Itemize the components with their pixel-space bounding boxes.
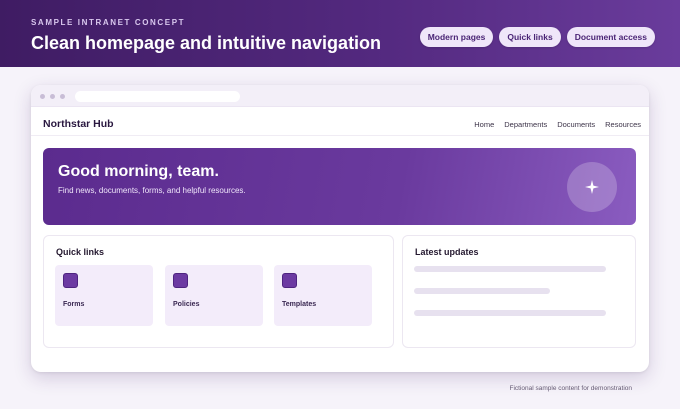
forms-icon xyxy=(63,273,78,288)
quick-links-title: Quick links xyxy=(56,247,105,257)
nav-home[interactable]: Home xyxy=(474,120,494,129)
banner-headline: Clean homepage and intuitive navigation xyxy=(31,33,382,53)
quick-link-policies[interactable]: Policies xyxy=(165,265,263,326)
update-placeholder-line xyxy=(414,288,550,294)
welcome-hero: Good morning, team. Find news, documents… xyxy=(43,148,636,225)
address-bar[interactable] xyxy=(75,91,240,102)
nav-resources[interactable]: Resources xyxy=(605,120,641,129)
templates-icon xyxy=(282,273,297,288)
quick-link-label: Policies xyxy=(173,301,200,308)
banner-eyebrow: SAMPLE INTRANET CONCEPT xyxy=(31,18,186,27)
policies-icon xyxy=(173,273,188,288)
main-nav: Home Departments Documents Resources xyxy=(464,120,641,129)
window-dot-close[interactable] xyxy=(40,94,45,99)
hero-title: Good morning, team. xyxy=(58,163,219,180)
nav-divider xyxy=(31,135,649,136)
feature-pills: Modern pages Quick links Document access xyxy=(419,27,655,47)
sparkle-glyph xyxy=(585,180,599,194)
browser-window: Northstar Hub Home Departments Documents… xyxy=(31,85,649,372)
quick-links-card: Quick links Forms Policies Templates xyxy=(43,235,394,348)
pill-document-access: Document access xyxy=(566,27,655,47)
sparkle-icon xyxy=(567,162,617,212)
latest-updates-title: Latest updates xyxy=(415,247,479,257)
pill-modern-pages: Modern pages xyxy=(419,27,494,47)
quick-link-label: Forms xyxy=(63,301,85,308)
window-dot-minimize[interactable] xyxy=(50,94,55,99)
promo-banner: SAMPLE INTRANET CONCEPT Clean homepage a… xyxy=(0,0,680,67)
hero-subtitle: Find news, documents, forms, and helpful… xyxy=(58,186,246,195)
nav-documents[interactable]: Documents xyxy=(557,120,595,129)
pill-quick-links: Quick links xyxy=(499,27,561,47)
site-brand[interactable]: Northstar Hub xyxy=(43,118,114,130)
disclaimer-footnote: Fictional sample content for demonstrati… xyxy=(509,385,632,392)
quick-link-templates[interactable]: Templates xyxy=(274,265,372,326)
window-dot-maximize[interactable] xyxy=(60,94,65,99)
quick-link-label: Templates xyxy=(282,301,317,308)
quick-link-forms[interactable]: Forms xyxy=(55,265,153,326)
latest-updates-card: Latest updates xyxy=(402,235,636,348)
browser-chrome xyxy=(31,85,649,107)
nav-departments[interactable]: Departments xyxy=(504,120,547,129)
update-placeholder-line xyxy=(414,266,606,272)
update-placeholder-line xyxy=(414,310,606,316)
